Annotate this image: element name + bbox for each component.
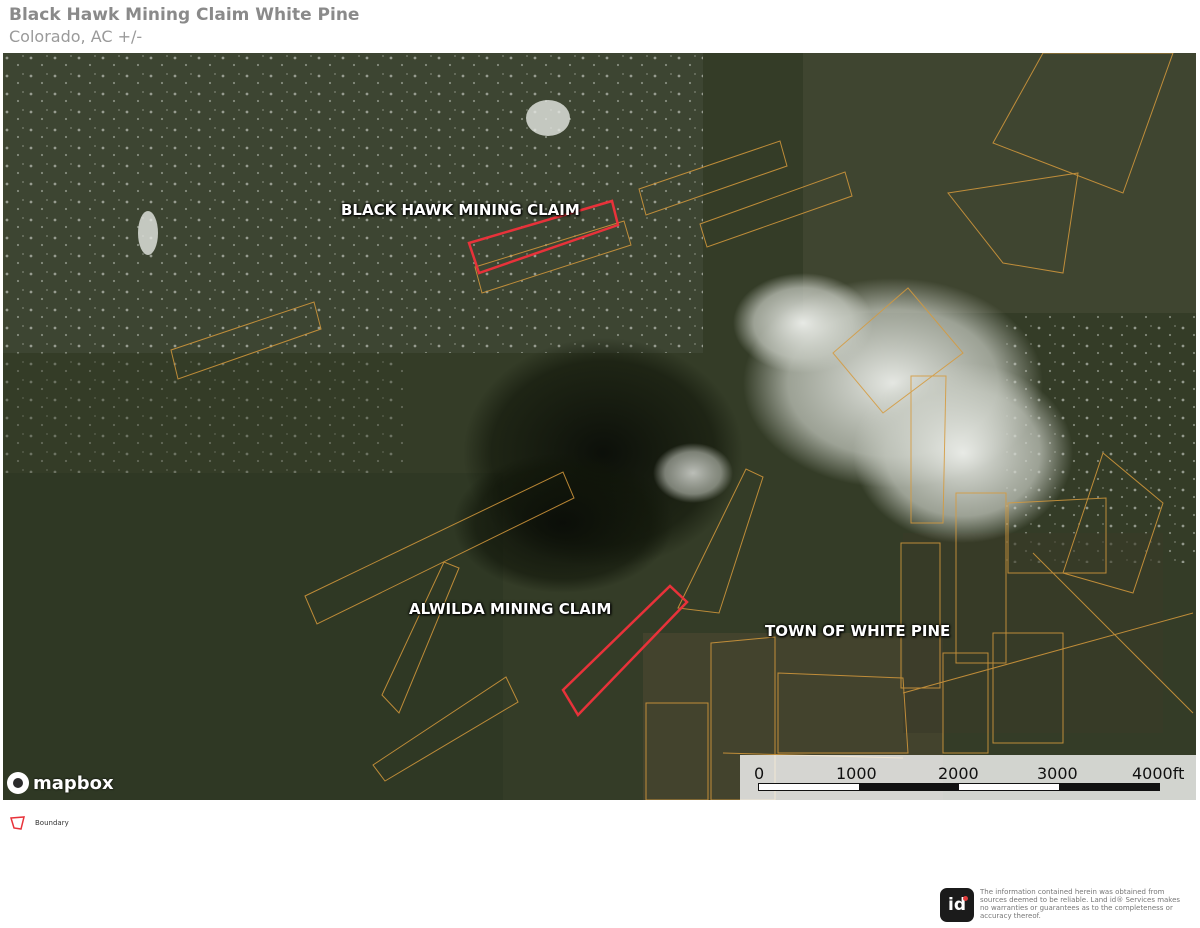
boundary-legend-label: Boundary xyxy=(35,819,69,827)
disclaimer-text: The information contained herein was obt… xyxy=(980,888,1181,920)
scale-ruler xyxy=(758,783,1160,791)
scale-tick-4000: 4000ft xyxy=(1132,764,1185,783)
map-title: Black Hawk Mining Claim White Pine xyxy=(9,5,360,25)
map-legend: Boundary xyxy=(9,815,69,831)
scale-tick-1000: 1000 xyxy=(836,764,877,783)
boundary-legend-icon xyxy=(10,816,25,830)
scale-segment xyxy=(859,784,959,790)
mapbox-wordmark: mapbox xyxy=(33,772,114,794)
scale-bar: 0 1000 2000 3000 4000ft xyxy=(740,755,1196,800)
land-id-logo: id xyxy=(940,888,974,922)
scale-tick-0: 0 xyxy=(754,764,765,783)
scale-tick-2000: 2000 xyxy=(938,764,979,783)
map-subtitle: Colorado, AC +/- xyxy=(9,27,143,46)
scale-tick-3000: 3000 xyxy=(1037,764,1078,783)
footer: id The information contained herein was … xyxy=(940,888,1190,922)
satellite-map[interactable]: BLACK HAWK MINING CLAIM ALWILDA MINING C… xyxy=(3,53,1196,800)
logo-dot-icon xyxy=(963,896,968,901)
town-label: TOWN OF WHITE PINE xyxy=(765,622,951,640)
black-hawk-claim-label: BLACK HAWK MINING CLAIM xyxy=(341,201,580,219)
satellite-imagery xyxy=(3,53,1196,800)
mapbox-attribution[interactable]: mapbox xyxy=(7,772,114,794)
mapbox-logo-icon xyxy=(7,772,29,794)
alwilda-claim-label: ALWILDA MINING CLAIM xyxy=(409,600,612,618)
scale-segment xyxy=(1059,784,1159,790)
